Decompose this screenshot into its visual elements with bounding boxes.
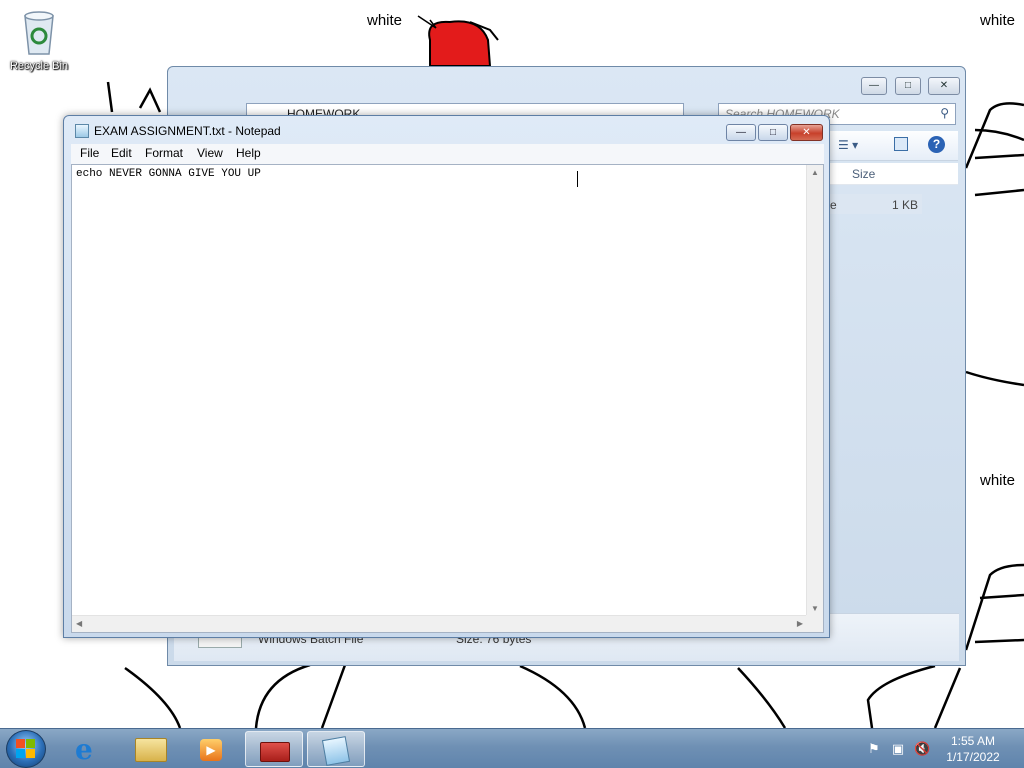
menu-help[interactable]: Help: [235, 146, 262, 160]
window-title: EXAM ASSIGNMENT.txt - Notepad: [94, 124, 281, 138]
minimize-button[interactable]: —: [726, 124, 756, 141]
taskbar-windows-explorer[interactable]: [122, 731, 180, 767]
menu-bar: File Edit Format View Help: [71, 144, 824, 164]
notepad-icon: [75, 124, 89, 138]
explorer-toolbar: ☰ ▾ ?: [830, 131, 958, 161]
help-icon[interactable]: ?: [928, 136, 945, 153]
volume-muted-icon[interactable]: 🔇: [914, 741, 930, 757]
scroll-up-arrow-icon[interactable]: ▲: [811, 168, 819, 177]
explorer-minimize-button[interactable]: —: [861, 77, 887, 95]
desktop-icon-label: Recycle Bin: [9, 60, 69, 72]
toolbox-icon: [260, 742, 290, 762]
network-icon[interactable]: ▣: [890, 741, 906, 757]
media-player-icon: ▶: [200, 739, 222, 761]
action-center-flag-icon[interactable]: ⚑: [866, 741, 882, 757]
column-size-label: Size: [852, 167, 876, 181]
text-editor[interactable]: echo NEVER GONNA GIVE YOU UP ▲ ▼ ◀ ▶: [71, 164, 824, 633]
explorer-close-button[interactable]: ✕: [928, 77, 960, 95]
recycle-bin-icon: [24, 11, 54, 55]
clock-date: 1/17/2022: [946, 750, 1000, 764]
taskbar: e ▶ ⚑ ▣ 🔇 1:55 AM 1/17/2022: [0, 728, 1024, 768]
menu-view[interactable]: View: [196, 146, 224, 160]
explorer-column-header[interactable]: Size: [830, 163, 958, 185]
windows-logo-icon: [16, 739, 35, 758]
resize-grip[interactable]: [806, 615, 823, 632]
scroll-left-arrow-icon[interactable]: ◀: [76, 619, 82, 628]
clock-time: 1:55 AM: [950, 734, 996, 748]
desktop-icon-recycle-bin[interactable]: Recycle Bin: [4, 6, 74, 78]
scroll-right-arrow-icon[interactable]: ▶: [797, 619, 803, 628]
internet-explorer-icon: e: [75, 733, 93, 766]
taskbar-internet-explorer[interactable]: e: [61, 731, 119, 767]
preview-pane-icon[interactable]: [894, 137, 908, 151]
close-button[interactable]: ✕: [790, 124, 823, 141]
editor-content[interactable]: echo NEVER GONNA GIVE YOU UP: [76, 168, 261, 180]
search-icon: ⚲: [940, 106, 949, 120]
start-button[interactable]: [6, 730, 46, 768]
file-row-name: e: [830, 198, 837, 212]
taskbar-notepad[interactable]: [307, 731, 365, 767]
file-row[interactable]: e 1 KB: [830, 194, 922, 214]
menu-format[interactable]: Format: [144, 146, 184, 160]
notepad-window[interactable]: EXAM ASSIGNMENT.txt - Notepad — □ ✕ File…: [63, 115, 830, 638]
menu-edit[interactable]: Edit: [110, 146, 133, 160]
wallpaper-text: white: [980, 472, 1016, 489]
menu-file[interactable]: File: [79, 146, 100, 160]
view-options-icon[interactable]: ☰ ▾: [838, 138, 858, 152]
taskbar-media-player[interactable]: ▶: [183, 731, 241, 767]
text-cursor-icon: [577, 171, 585, 187]
scroll-down-arrow-icon[interactable]: ▼: [811, 604, 819, 613]
explorer-maximize-button[interactable]: □: [895, 77, 921, 95]
system-clock[interactable]: 1:55 AM 1/17/2022: [938, 733, 1008, 765]
notepad-icon: [321, 736, 351, 766]
file-row-size: 1 KB: [891, 198, 918, 212]
wallpaper-text: white: [367, 12, 403, 29]
horizontal-scrollbar[interactable]: ◀ ▶: [72, 615, 807, 632]
wallpaper-text: white: [980, 12, 1016, 29]
folder-icon: [135, 738, 167, 762]
maximize-button[interactable]: □: [758, 124, 788, 141]
taskbar-toolbox[interactable]: [245, 731, 303, 767]
vertical-scrollbar[interactable]: ▲ ▼: [806, 165, 823, 616]
